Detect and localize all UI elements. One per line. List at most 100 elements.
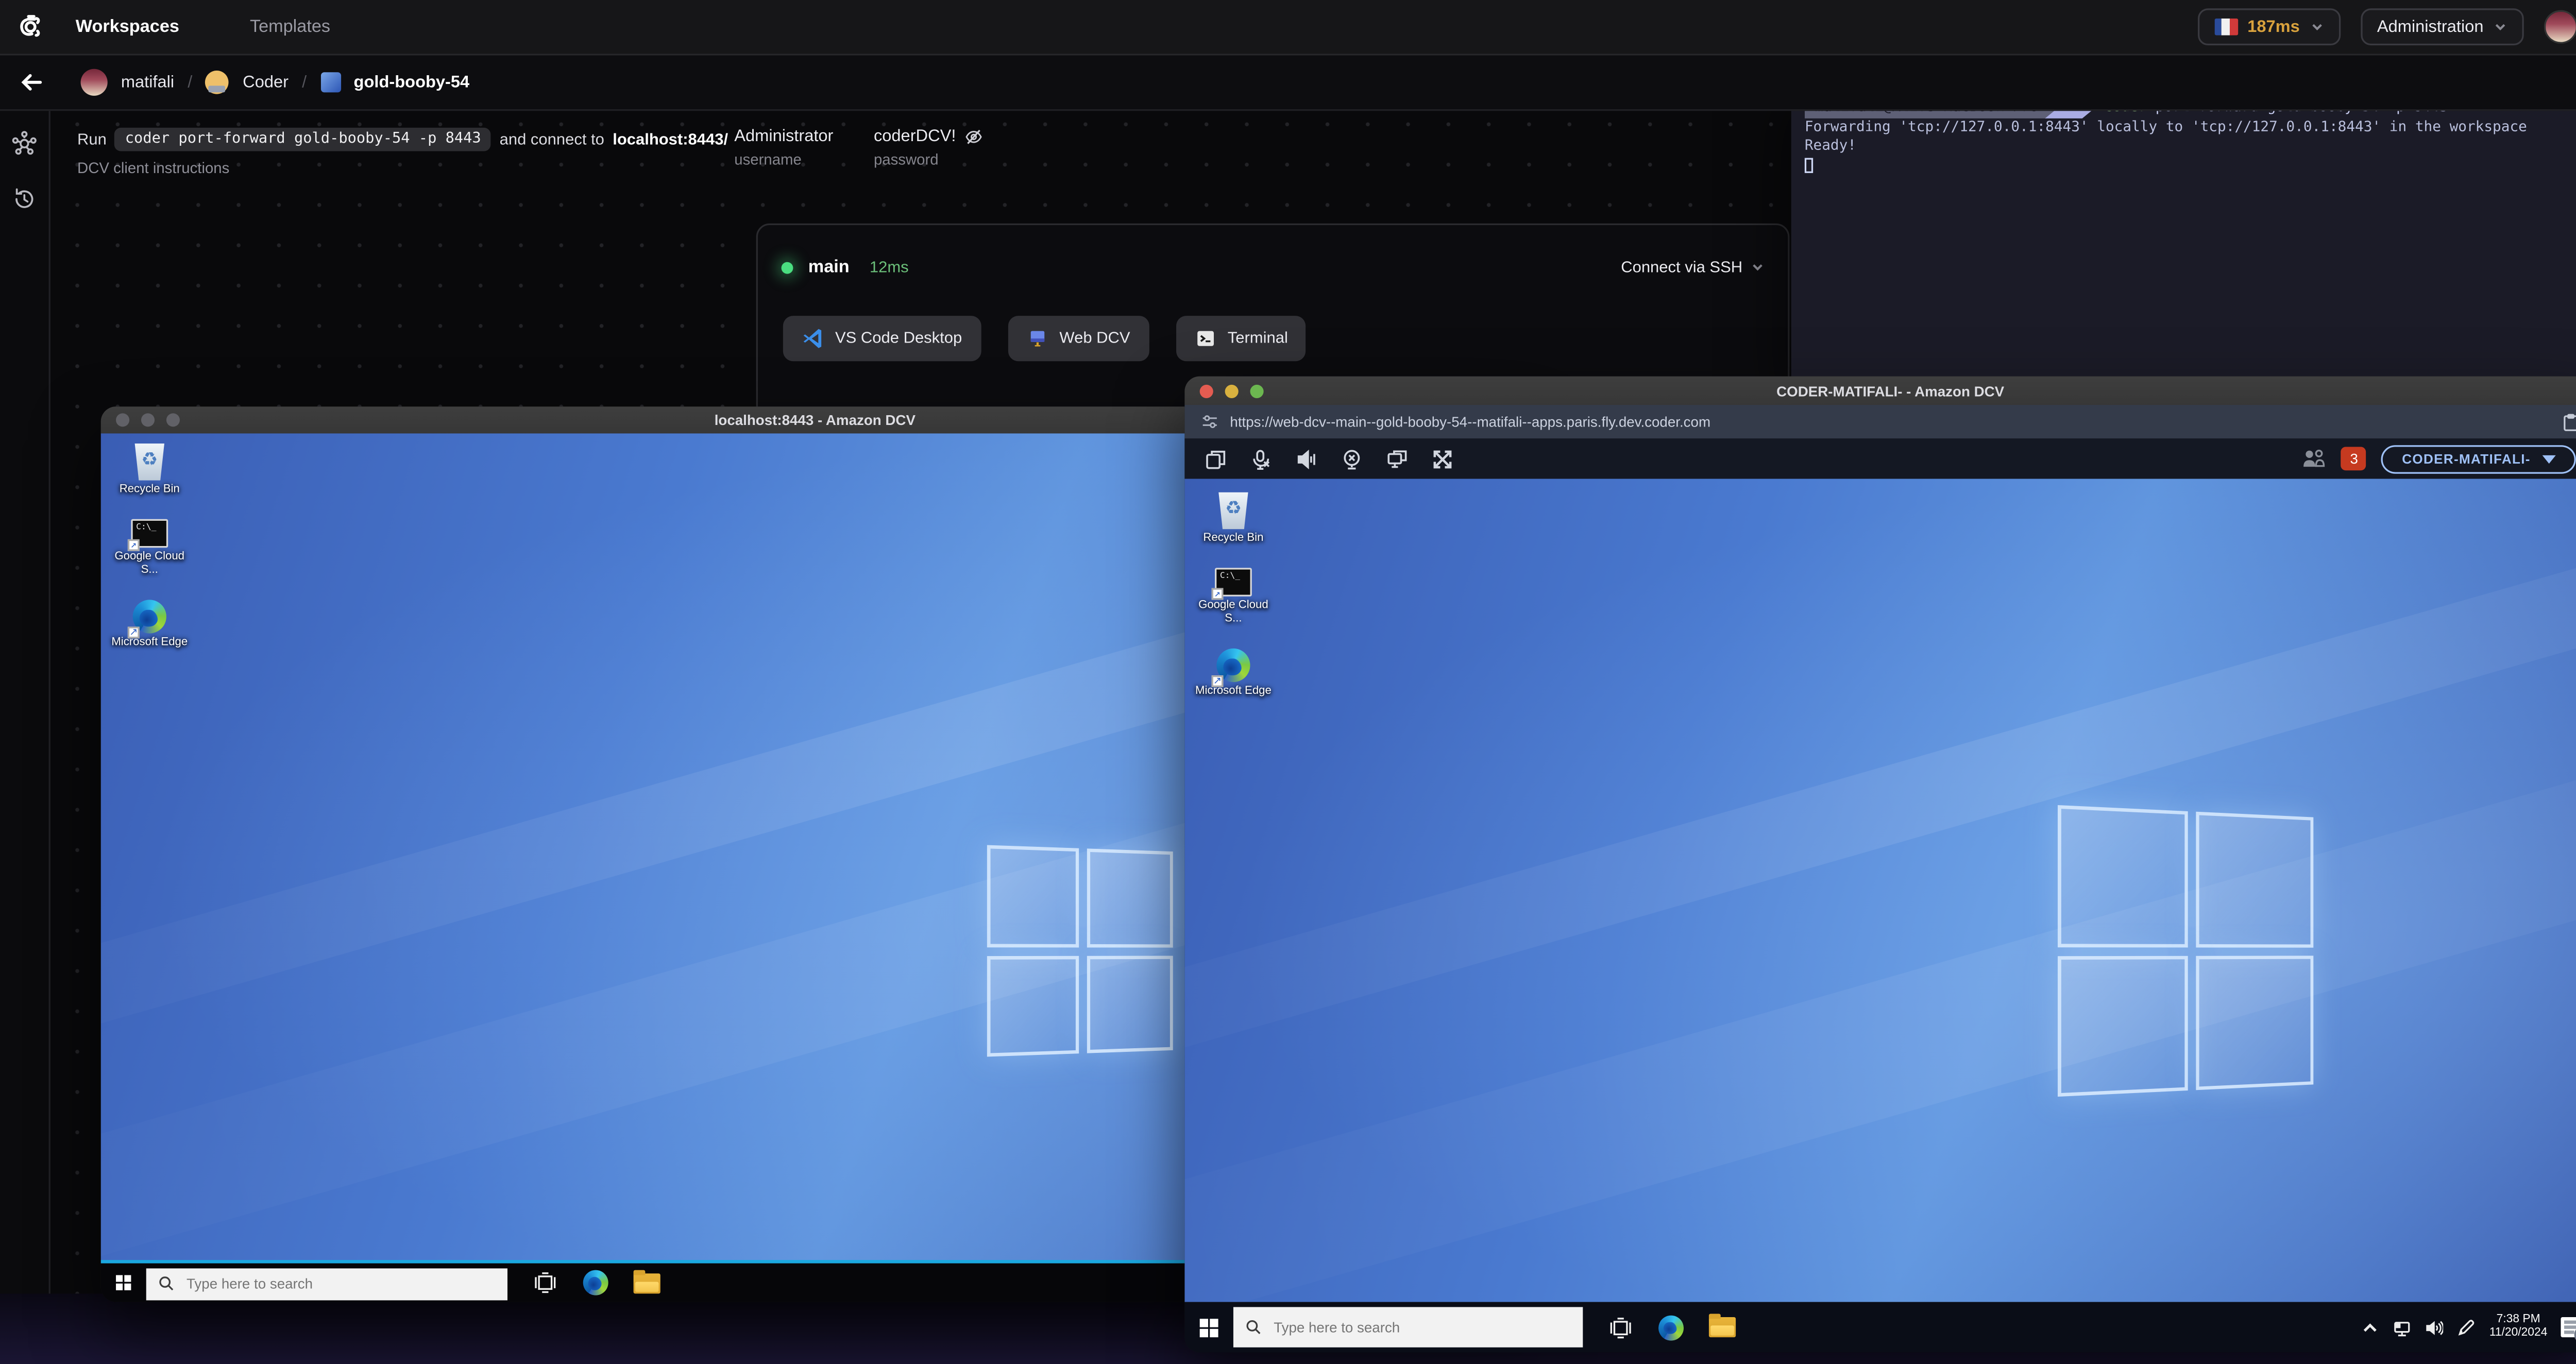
eye-off-icon[interactable]: [964, 128, 983, 146]
chevron-down-icon: [2495, 24, 2505, 31]
localhost-target: localhost:8443/: [613, 130, 728, 149]
terminal-window: coder port-forward gold-booby-54 -p 8443…: [1791, 63, 2576, 383]
instruction-middle: and connect to: [499, 130, 604, 149]
multi-monitor-icon[interactable]: [1386, 448, 1408, 469]
pen-icon[interactable]: [2458, 1318, 2476, 1337]
desktop-icon-edge[interactable]: ↗ Microsoft Edge: [111, 600, 188, 650]
connect-via-ssh-button[interactable]: Connect via SSH: [1621, 258, 1764, 277]
latency-value: 187ms: [2247, 18, 2300, 37]
breadcrumb: matifali / Coder / gold-booby-54: [0, 55, 2576, 111]
start-button[interactable]: [1199, 1318, 1218, 1337]
tray-chevron-icon[interactable]: [2362, 1318, 2380, 1337]
windows-list-icon[interactable]: [1205, 448, 1226, 469]
desktop-icon-label: Microsoft Edge: [1195, 685, 1272, 697]
vscode-desktop-button[interactable]: VS Code Desktop: [783, 316, 981, 362]
breadcrumb-user-avatar[interactable]: [80, 69, 108, 96]
app-label: VS Code Desktop: [835, 329, 962, 348]
vscode-icon: [803, 329, 822, 348]
window-title: CODER-MATIFALI- - Amazon DCV: [1776, 382, 2005, 399]
history-icon[interactable]: [12, 186, 37, 212]
breadcrumb-user[interactable]: matifali: [121, 73, 174, 92]
port-forward-instructions: Run coder port-forward gold-booby-54 -p …: [77, 127, 728, 177]
taskbar-search[interactable]: [146, 1267, 507, 1300]
desktop-icon-google-cloud[interactable]: C:\_ ↗ Google Cloud S...: [111, 519, 188, 578]
shortcut-arrow-icon: ↗: [1211, 675, 1224, 687]
username-credential: Administrator username: [734, 128, 833, 168]
webcam-off-icon[interactable]: [1341, 448, 1363, 469]
start-button[interactable]: [116, 1275, 131, 1290]
fullscreen-icon[interactable]: [1432, 448, 1453, 469]
url-text[interactable]: https://web-dcv--main--gold-booby-54--ma…: [1230, 413, 2551, 430]
file-explorer-icon[interactable]: [633, 1269, 660, 1293]
clipboard-icon[interactable]: [2563, 413, 2576, 431]
tab-templates[interactable]: Templates: [250, 17, 330, 37]
search-input[interactable]: [146, 1267, 507, 1300]
web-dcv-button[interactable]: Web DCV: [1007, 316, 1149, 362]
task-view-icon[interactable]: [533, 1270, 558, 1295]
web-dcv-icon: [1030, 331, 1044, 347]
browser-url-bar[interactable]: https://web-dcv--main--gold-booby-54--ma…: [1184, 405, 2576, 439]
top-nav: Workspaces Templates 187ms Administratio…: [0, 0, 2576, 56]
password-label: password: [873, 151, 939, 168]
back-arrow-icon[interactable]: [20, 71, 44, 94]
connections-badge[interactable]: 3: [2341, 447, 2367, 471]
network-icon[interactable]: [2394, 1318, 2412, 1337]
agent-name: main: [808, 257, 850, 278]
microphone-muted-icon[interactable]: [1250, 448, 1272, 469]
session-label: CODER-MATIFALI-: [2402, 451, 2531, 467]
volume-icon[interactable]: [2426, 1318, 2444, 1337]
dcv-client-instructions-link[interactable]: DCV client instructions: [77, 160, 728, 177]
edge-taskbar-icon[interactable]: [1658, 1315, 1684, 1340]
clock-date: 11/20/2024: [2489, 1327, 2548, 1339]
taskbar-clock[interactable]: 7:38 PM 11/20/2024: [2489, 1313, 2548, 1341]
breadcrumb-separator: /: [302, 73, 307, 92]
coder-logo-icon[interactable]: [15, 10, 48, 44]
edge-taskbar-icon[interactable]: [583, 1270, 608, 1295]
france-flag-icon: [2213, 18, 2238, 36]
workspace-icon: [320, 72, 341, 93]
left-sidebar: [0, 111, 50, 1297]
desktop-icon-recycle-bin[interactable]: ♻ Recycle Bin: [111, 444, 188, 497]
session-menu-button[interactable]: CODER-MATIFALI-: [2382, 444, 2576, 473]
notification-count-badge: 1: [2574, 1325, 2576, 1344]
desktop-icon-recycle-bin[interactable]: ♻ Recycle Bin: [1195, 492, 1272, 546]
shortcut-arrow-icon: ↗: [127, 626, 140, 639]
desktop-icon-google-cloud[interactable]: C:\_ ↗ Google Cloud S...: [1195, 568, 1272, 626]
latency-button[interactable]: 187ms: [2197, 8, 2341, 46]
username-label: username: [734, 151, 802, 168]
desktop-icon-label: Microsoft Edge: [111, 637, 188, 649]
search-icon: [1246, 1320, 1261, 1334]
windows-desktop[interactable]: ♻ Recycle Bin C:\_ ↗ Google Cloud S... ↗ …: [1184, 479, 2576, 1302]
clock-time: 7:38 PM: [2496, 1312, 2540, 1325]
desktop-icon-edge[interactable]: ↗ Microsoft Edge: [1195, 648, 1272, 699]
app-label: Terminal: [1227, 329, 1288, 348]
breadcrumb-workspace[interactable]: gold-booby-54: [354, 73, 470, 92]
window-titlebar[interactable]: CODER-MATIFALI- - Amazon DCV: [1184, 376, 2576, 405]
port-forward-command[interactable]: coder port-forward gold-booby-54 -p 8443: [115, 127, 492, 151]
dcv-window-coder-matifali: CODER-MATIFALI- - Amazon DCV https://web…: [1184, 376, 2576, 1353]
search-input[interactable]: [1233, 1307, 1583, 1348]
taskbar-search[interactable]: [1233, 1307, 1583, 1348]
agent-status-dot: [781, 261, 793, 273]
edge-icon: ↗: [1211, 648, 1250, 687]
windows-logo: [987, 845, 1173, 1057]
terminal-button[interactable]: Terminal: [1175, 316, 1307, 362]
resources-topology-icon[interactable]: [12, 131, 37, 156]
desktop-icon-label: Recycle Bin: [119, 484, 180, 496]
site-settings-icon[interactable]: [1201, 413, 1218, 430]
dropdown-triangle-icon: [2542, 454, 2556, 463]
tab-workspaces[interactable]: Workspaces: [76, 17, 179, 37]
speaker-icon[interactable]: [1296, 448, 1317, 469]
breadcrumb-separator: /: [188, 73, 193, 92]
administration-menu-button[interactable]: Administration: [2360, 8, 2524, 46]
collaborators-icon[interactable]: [2303, 449, 2327, 469]
cmd-prompt-text: C:\_: [1219, 571, 1241, 582]
task-view-icon[interactable]: [1608, 1315, 1633, 1340]
desktop-icon-label: Google Cloud S...: [114, 551, 185, 576]
action-center-icon[interactable]: 1: [2561, 1317, 2576, 1344]
cloud-shell-icon: C:\_ ↗: [127, 519, 168, 551]
breadcrumb-template[interactable]: Coder: [243, 73, 289, 92]
chevron-down-icon: [2312, 24, 2321, 31]
file-explorer-icon[interactable]: [1708, 1314, 1736, 1338]
user-avatar[interactable]: [2544, 10, 2576, 44]
